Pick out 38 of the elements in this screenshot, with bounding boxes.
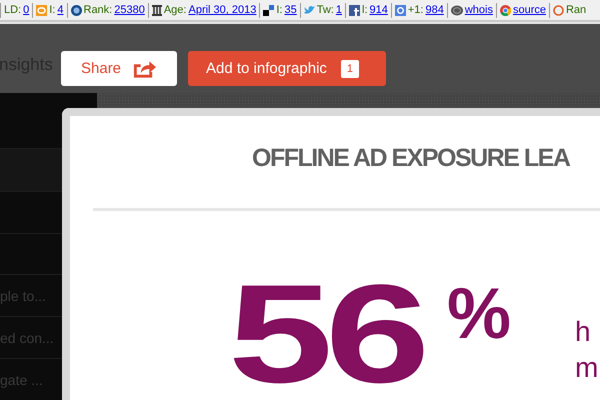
archive-icon (152, 4, 162, 16)
toolbar-label: l: (362, 4, 368, 16)
globe-icon (70, 4, 82, 16)
toolbar-link[interactable]: 0 (23, 4, 30, 16)
toolbar-link[interactable]: 914 (370, 4, 388, 16)
toolbar-link[interactable]: source (512, 4, 546, 16)
infographic-title: OFFLINE AD EXPOSURE LEA (252, 144, 570, 173)
toolbar-label: LD: (4, 4, 22, 16)
percent-sign: % (447, 278, 512, 350)
toolbar-link[interactable]: 4 (57, 4, 64, 16)
browser-logo-icon (500, 4, 511, 16)
toolbar-link[interactable]: 35 (284, 4, 297, 16)
add-to-infographic-button[interactable]: Add to infographic 1 (188, 51, 386, 86)
fingerprint-icon (450, 4, 463, 16)
toolbar-link[interactable]: 1 (336, 4, 342, 16)
social-square-icon (394, 4, 406, 16)
toolbar-label: I: (49, 4, 56, 16)
toolbar-link[interactable]: 25380 (114, 4, 145, 16)
social-square-icon (349, 4, 360, 16)
stat-number: 56 (228, 271, 422, 397)
toolbar-label: +1: (408, 4, 424, 16)
toolbar-label: Ran (566, 4, 586, 16)
toolbar-label: Tw: (316, 4, 334, 16)
toolbar-link[interactable]: 984 (425, 4, 444, 16)
feed-icon (36, 4, 48, 16)
count-badge: 1 (340, 60, 359, 78)
toolbar-label: Rank: (84, 4, 112, 16)
bird-icon (304, 5, 315, 15)
toolbar-link[interactable]: April 30, 2013 (188, 4, 256, 16)
toolbar-link[interactable]: whois (464, 4, 493, 16)
share-icon (132, 58, 157, 78)
toolbar-label: Age: (164, 4, 186, 16)
circle-icon (552, 4, 564, 16)
stat-text: h (575, 315, 592, 349)
stat-text: m (575, 351, 598, 385)
squares-icon (263, 4, 274, 16)
toolbar-label: I: (276, 4, 282, 16)
share-button[interactable]: Share (61, 51, 177, 86)
